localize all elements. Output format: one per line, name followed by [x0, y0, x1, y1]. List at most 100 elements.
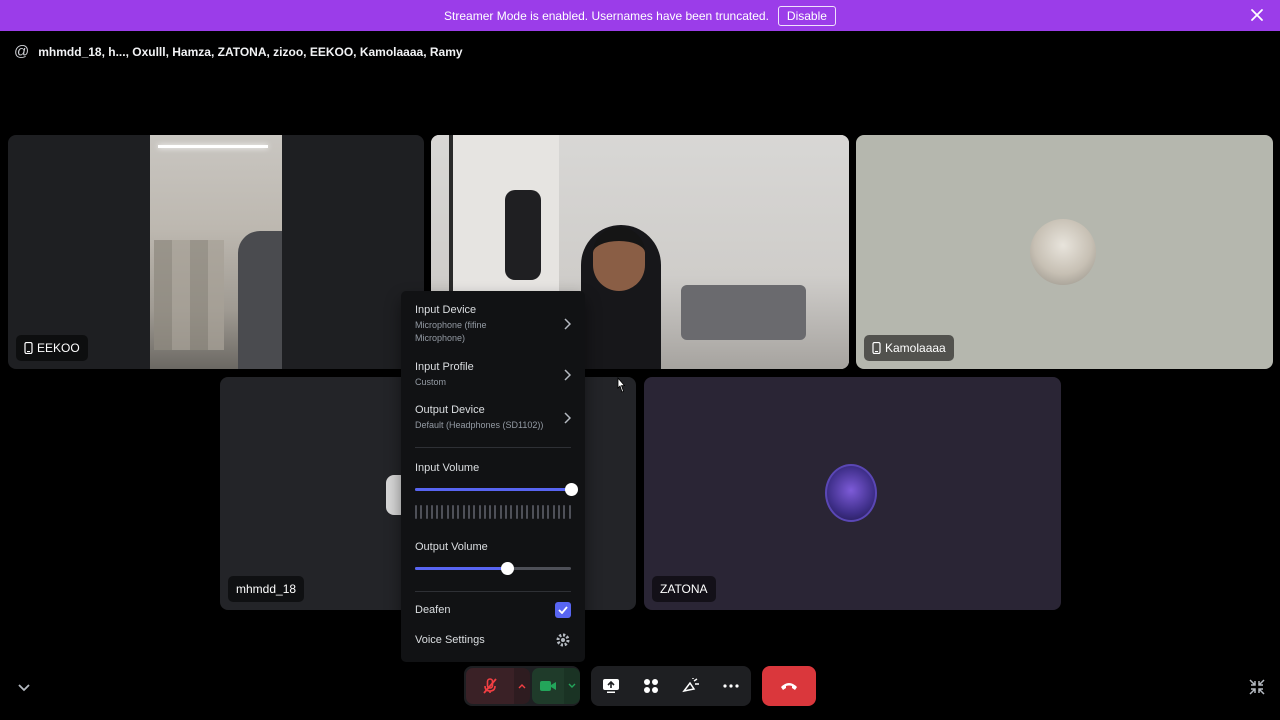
checkmark-icon	[558, 606, 568, 614]
mouse-cursor-icon	[617, 377, 625, 393]
meter-bar	[478, 505, 481, 519]
room-coat	[505, 190, 541, 280]
tile-username-label: mhmdd_18	[228, 576, 305, 602]
more-options-button[interactable]	[711, 666, 751, 706]
disable-streamer-mode-button[interactable]: Disable	[777, 5, 836, 26]
meter-bar	[420, 505, 423, 519]
mic-muted-icon	[483, 678, 497, 694]
call-header: @ mhmdd_18, h..., Oxulll, Hamza, ZATONA,…	[14, 43, 463, 60]
avatar	[1030, 219, 1096, 285]
video-stream	[150, 135, 282, 369]
tile-username: mhmdd_18	[236, 582, 297, 596]
soundboard-icon	[682, 678, 699, 693]
meter-bar	[462, 505, 465, 519]
meter-bar	[467, 505, 470, 519]
meter-bar	[415, 505, 417, 519]
activities-icon	[644, 679, 658, 693]
slider-handle[interactable]	[565, 483, 578, 496]
mic-camera-controls	[464, 666, 580, 706]
slider-fill	[415, 567, 508, 570]
menu-item-input-device[interactable]: Input Device Microphone (fifine Micropho…	[415, 304, 571, 345]
meter-bar	[531, 505, 534, 519]
output-volume-slider[interactable]	[415, 562, 571, 575]
menu-divider	[415, 591, 571, 592]
meter-bar	[505, 505, 508, 519]
camera-options-button[interactable]	[564, 668, 580, 704]
meter-bar	[568, 505, 571, 519]
meter-bar	[483, 505, 486, 519]
meter-bar	[563, 505, 566, 519]
meter-bar	[520, 505, 523, 519]
screen-share-icon	[603, 679, 619, 693]
deafen-checkbox[interactable]	[555, 602, 571, 618]
ceiling-light	[158, 145, 268, 148]
deafen-label: Deafen	[415, 604, 451, 616]
call-participants-title: mhmdd_18, h..., Oxulll, Hamza, ZATONA, z…	[38, 44, 463, 59]
chevron-down-icon	[568, 683, 576, 688]
video-tile-zatona[interactable]: ZATONA	[644, 377, 1061, 610]
tile-username: EEKOO	[37, 341, 80, 355]
input-volume-label: Input Volume	[415, 462, 480, 474]
meter-bar	[558, 505, 561, 519]
chevron-right-icon	[564, 412, 571, 424]
input-volume-slider[interactable]	[415, 483, 578, 496]
meter-bar	[499, 505, 502, 519]
mic-options-button[interactable]	[514, 668, 530, 704]
streamer-mode-banner: Streamer Mode is enabled. Usernames have…	[0, 0, 1280, 31]
soundboard-button[interactable]	[671, 666, 711, 706]
menu-item-title: Input Device	[415, 304, 477, 316]
menu-divider	[415, 447, 571, 448]
meter-bar	[526, 505, 529, 519]
menu-item-title: Output Device	[415, 404, 485, 416]
video-tile-eekoo[interactable]: EEKOO	[8, 135, 424, 369]
phone-icon	[24, 342, 33, 354]
tile-username: ZATONA	[660, 582, 708, 596]
voice-call-window: Streamer Mode is enabled. Usernames have…	[0, 0, 1280, 720]
tile-username-label: ZATONA	[652, 576, 716, 602]
meter-bar	[446, 505, 449, 519]
chevron-right-icon	[564, 369, 571, 381]
output-volume-label: Output Volume	[415, 541, 488, 553]
menu-item-subtitle: Microphone (fifine Microphone)	[415, 320, 487, 343]
close-icon[interactable]	[1248, 6, 1266, 24]
tile-username-label: Kamolaaaa	[864, 335, 954, 361]
at-icon: @	[14, 43, 30, 60]
meter-bar	[473, 505, 476, 519]
participant-figure	[238, 231, 282, 369]
camera-toggle-button[interactable]	[532, 668, 564, 704]
menu-item-input-profile[interactable]: Input Profile Custom	[415, 361, 571, 389]
minimize-icon[interactable]	[1247, 677, 1267, 697]
phone-icon	[872, 342, 881, 354]
deafen-toggle[interactable]: Deafen	[415, 601, 571, 619]
meter-bar	[542, 505, 545, 519]
tile-username-label: EEKOO	[16, 335, 88, 361]
chevron-down-icon[interactable]	[14, 677, 34, 697]
input-level-meter	[415, 505, 571, 519]
menu-item-output-device[interactable]: Output Device Default (Headphones (SD110…	[415, 404, 571, 432]
meter-bar	[494, 505, 497, 519]
voice-settings-label: Voice Settings	[415, 634, 485, 646]
activities-button[interactable]	[631, 666, 671, 706]
meter-bar	[547, 505, 550, 519]
hangup-icon	[781, 683, 797, 690]
room-bed	[681, 285, 806, 340]
meter-bar	[457, 505, 460, 519]
menu-item-subtitle: Custom	[415, 377, 447, 387]
meter-bar	[430, 505, 433, 519]
banner-text: Streamer Mode is enabled. Usernames have…	[444, 8, 769, 23]
more-icon	[723, 684, 739, 688]
meter-bar	[515, 505, 518, 519]
menu-item-title: Input Profile	[415, 361, 474, 373]
unmute-button[interactable]	[466, 668, 514, 704]
video-tile-kamolaaaa[interactable]: Kamolaaaa	[856, 135, 1273, 369]
audio-settings-menu: Input Device Microphone (fifine Micropho…	[401, 291, 585, 662]
meter-bar	[510, 505, 513, 519]
slider-handle[interactable]	[501, 562, 515, 575]
disconnect-button[interactable]	[762, 666, 816, 706]
meter-bar	[441, 505, 444, 519]
screen-share-button[interactable]	[591, 666, 631, 706]
camera-icon	[540, 681, 556, 691]
meter-bar	[552, 505, 555, 519]
meter-bar	[489, 505, 492, 519]
voice-settings-item[interactable]: Voice Settings	[415, 631, 571, 649]
